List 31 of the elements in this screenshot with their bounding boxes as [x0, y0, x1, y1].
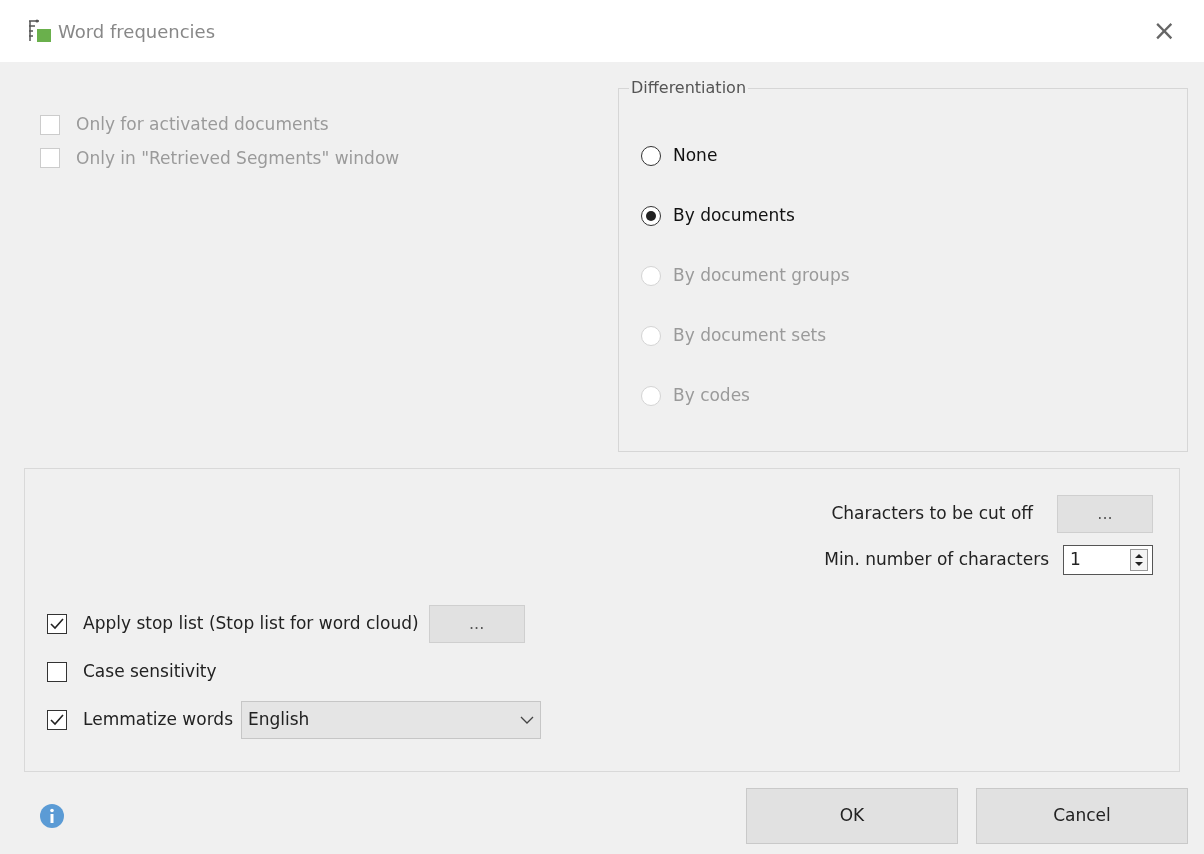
checkbox[interactable] — [47, 710, 67, 730]
radio-label: By documents — [673, 204, 795, 228]
radio-label: By codes — [673, 384, 750, 408]
dialog-button[interactable]: Cancel — [976, 788, 1188, 844]
checkbox-label: Only for activated documents — [76, 113, 329, 136]
app-icon — [28, 19, 52, 43]
radio-button[interactable] — [641, 146, 661, 166]
info-icon[interactable] — [40, 804, 64, 828]
window-title: Word frequencies — [58, 19, 216, 44]
checkbox-label: Lemmatize words — [83, 708, 233, 732]
language-dropdown[interactable]: English — [241, 701, 541, 739]
browse-button[interactable]: ... — [1057, 495, 1153, 533]
checkbox-label: Case sensitivity — [83, 660, 217, 684]
checkmark-icon — [50, 618, 64, 630]
chevron-down-icon — [520, 716, 534, 724]
checkbox-label: Only in "Retrieved Segments" window — [76, 146, 400, 170]
radio-label: None — [673, 144, 718, 168]
browse-button[interactable]: ... — [428, 605, 525, 643]
radio-button[interactable] — [641, 206, 661, 226]
field-label: Characters to be cut off — [831, 502, 1033, 526]
radio-label: By document sets — [673, 324, 827, 348]
checkbox[interactable] — [47, 614, 67, 634]
dialog-button[interactable]: OK — [746, 788, 958, 844]
radio-label: By document groups — [673, 264, 850, 288]
field-label: Min. number of characters — [824, 548, 1049, 572]
checkmark-icon — [50, 714, 64, 726]
number-spinner[interactable]: 1 — [1063, 545, 1153, 575]
checkbox[interactable] — [47, 662, 67, 682]
close-button[interactable]: × — [1152, 17, 1176, 45]
checkbox-label: Apply stop list (Stop list for word cloud) — [83, 612, 419, 636]
spinner-arrows-icon — [1130, 549, 1148, 571]
